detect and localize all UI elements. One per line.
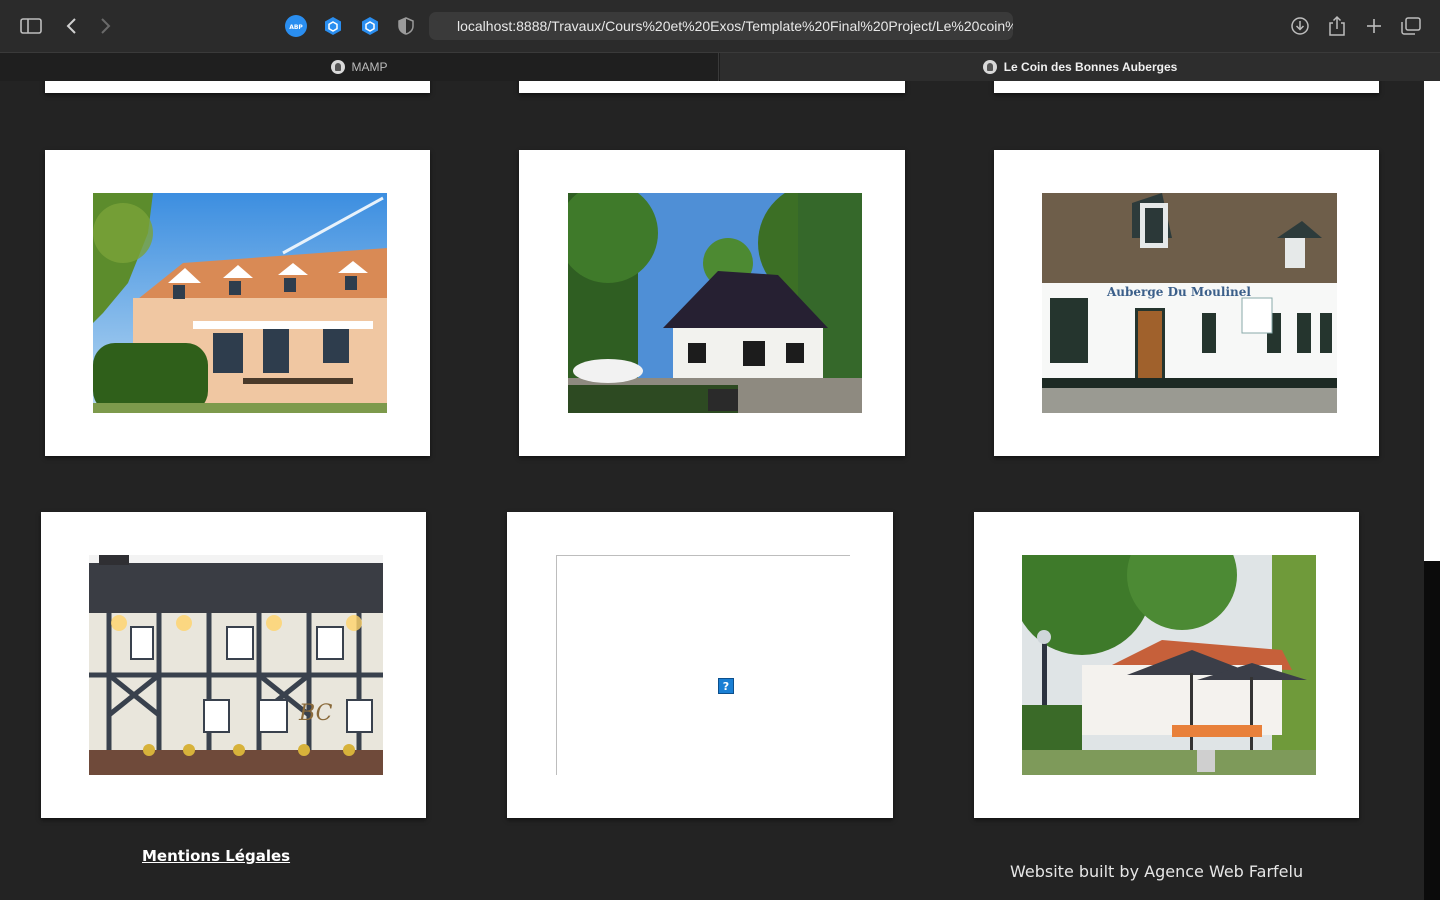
footer-credit: Website built by Agence Web Farfelu xyxy=(1010,862,1304,881)
extension-hex-icon[interactable] xyxy=(322,15,344,37)
broken-image-icon: ? xyxy=(718,678,734,694)
tab-label: Le Coin des Bonnes Auberges xyxy=(1003,60,1178,74)
share-icon[interactable] xyxy=(1323,12,1351,40)
gallery-card[interactable] xyxy=(974,512,1359,818)
download-icon[interactable] xyxy=(1286,12,1314,40)
forward-icon[interactable] xyxy=(92,12,120,40)
broken-image[interactable]: ? xyxy=(556,555,850,775)
auberge-photo[interactable] xyxy=(93,193,387,413)
browser-toolbar: ABP localhost:8888/Travaux/Cours%20et%20… xyxy=(0,0,1440,52)
gallery-card[interactable]: ? xyxy=(507,512,893,818)
address-bar-url: localhost:8888/Travaux/Cours%20et%20Exos… xyxy=(457,18,1013,34)
elephant-favicon-icon xyxy=(982,60,997,74)
gallery-card-offscreen xyxy=(519,81,905,93)
tab-label: MAMP xyxy=(351,60,388,74)
tab-le-coin[interactable]: Le Coin des Bonnes Auberges xyxy=(720,53,1440,81)
scrollbar-thumb[interactable] xyxy=(1424,81,1440,561)
adblock-icon[interactable]: ABP xyxy=(285,15,307,37)
extension-hex-icon-2[interactable] xyxy=(359,15,381,37)
legal-notice-link[interactable]: Mentions Légales xyxy=(142,847,290,865)
tab-overview-icon[interactable] xyxy=(1397,12,1425,40)
moulinel-sign: Auberge Du Moulinel xyxy=(1106,285,1251,299)
page-scrollbar[interactable] xyxy=(1424,81,1440,900)
privacy-shield-icon[interactable] xyxy=(395,15,417,37)
back-icon[interactable] xyxy=(57,12,85,40)
gallery-card-offscreen xyxy=(45,81,430,93)
tab-mamp[interactable]: MAMP xyxy=(0,53,719,81)
svg-text:ABP: ABP xyxy=(289,24,303,30)
auberge-photo[interactable]: Auberge Du Moulinel xyxy=(1042,193,1337,413)
auberge-photo[interactable] xyxy=(568,193,862,413)
gallery-card[interactable]: Auberge Du Moulinel xyxy=(994,150,1379,456)
auberge-photo[interactable]: BC xyxy=(89,555,383,775)
address-bar[interactable]: localhost:8888/Travaux/Cours%20et%20Exos… xyxy=(429,12,1013,40)
auberge-photo[interactable] xyxy=(1022,555,1316,775)
new-tab-icon[interactable] xyxy=(1360,12,1388,40)
timbered-monogram: BC xyxy=(298,701,333,726)
tab-bar: MAMP Le Coin des Bonnes Auberges xyxy=(0,52,1440,81)
sidebar-toggle-icon[interactable] xyxy=(17,12,45,40)
elephant-favicon-icon xyxy=(330,60,345,74)
gallery-card[interactable]: BC xyxy=(41,512,426,818)
gallery-card[interactable] xyxy=(519,150,905,456)
gallery-card-offscreen xyxy=(994,81,1379,93)
gallery-card[interactable] xyxy=(45,150,430,456)
page-content: Auberge Du Moulinel BC ? Mentions Légale… xyxy=(0,81,1424,900)
